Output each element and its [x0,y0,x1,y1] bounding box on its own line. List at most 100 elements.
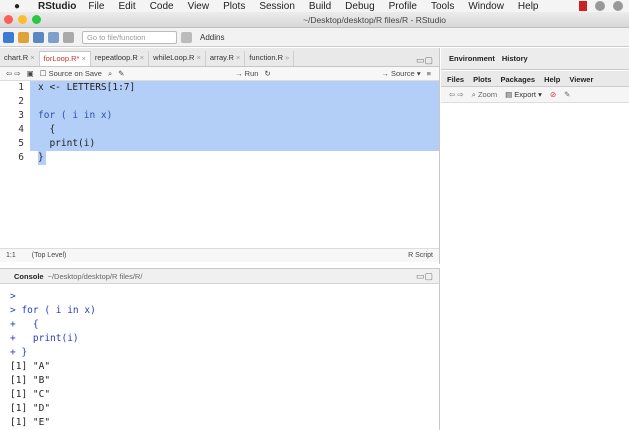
code-text: { [30,123,439,137]
code-tools-icon[interactable]: ✎ [118,69,124,78]
console-line: [1] "D" [10,403,51,414]
tab-files[interactable]: Files [447,75,464,86]
source-on-save-checkbox[interactable]: ☐ Source on Save [40,69,102,78]
menu-tools[interactable]: Tools [431,1,454,12]
line-number: 4 [18,124,24,135]
rerun-icon[interactable]: ↻ [264,69,270,78]
tab-array[interactable]: array.R × [206,51,246,66]
close-icon[interactable]: × [236,53,240,66]
console-line: [1] "E" [10,417,51,428]
save-all-icon[interactable] [48,31,59,43]
addins-menu[interactable]: Addins [200,33,224,42]
close-icon[interactable]: × [140,53,144,66]
source-button[interactable]: → Source ▾ [381,69,420,78]
line-number: 5 [18,138,24,149]
prev-plot-icon[interactable]: ⇦ ⇨ [449,90,464,99]
menu-profile[interactable]: Profile [389,1,417,12]
menu-plots[interactable]: Plots [223,1,245,12]
menu-code[interactable]: Code [150,1,174,12]
menu-debug[interactable]: Debug [345,1,374,12]
tab-packages[interactable]: Packages [500,75,535,86]
close-icon[interactable]: × [81,54,85,66]
code-line: 5 print(i) [0,137,439,151]
console-output[interactable]: > > for ( i in x) + {+ print(i) + } [1] "A" [… [0,284,439,430]
line-number: 6 [18,152,24,163]
line-number: 3 [18,110,24,121]
close-icon[interactable]: × [196,53,200,66]
code-text: for ( i in x) [30,109,439,123]
export-button[interactable]: ▤ Export ▾ [505,90,542,99]
console-line: [1] "B" [10,375,51,386]
save-icon[interactable] [33,31,44,43]
tab-plots[interactable]: Plots [473,75,491,86]
menu-window[interactable]: Window [468,1,504,12]
line-number: 1 [18,82,24,93]
code-line: 2 [0,95,439,109]
source-editor-pane: chart.R × forLoop.R* × repeatloop.R × while… [0,48,440,264]
menu-edit[interactable]: Edit [118,1,135,12]
menu-view[interactable]: View [188,1,210,12]
outline-icon[interactable]: ≡ [427,69,431,78]
pane-minmax-icon[interactable]: ▭▢ [416,55,439,66]
tab-label: function.R [249,53,284,62]
tab-viewer[interactable]: Viewer [569,75,593,86]
console-title[interactable]: Console [14,272,44,281]
brush-icon[interactable]: ✎ [564,90,570,99]
source-on-save-label: Source on Save [48,69,102,78]
editor-status-bar: 1:1 (Top Level) R Script [0,248,439,262]
new-project-icon[interactable] [18,31,29,43]
plots-toolbar: ⇦ ⇨ ⌕ Zoom ▤ Export ▾ ⊘ ✎ [441,87,629,103]
tab-help[interactable]: Help [544,75,560,86]
pane-minmax-icon[interactable]: ▭▢ [416,271,439,282]
code-area[interactable]: 1 x <- LETTERS[1:7] 2 3 for ( i in x) 4 … [0,81,439,248]
status-gear-icon[interactable] [613,1,623,11]
clear-plot-icon[interactable]: ⊘ [550,90,556,99]
filetype-selector[interactable]: R Script [408,252,433,259]
tab-repeatloop[interactable]: repeatloop.R × [91,51,150,66]
status-app-icon[interactable] [579,1,587,11]
apple-icon[interactable]: ● [14,1,28,12]
menu-build[interactable]: Build [309,1,331,12]
window-title-bar: ~/Desktop/desktop/R files/R - RStudio [0,12,629,28]
cursor-position: 1:1 [6,252,16,259]
code-text [30,95,439,109]
console-line: > for ( i in x) [10,305,96,316]
save-file-icon[interactable]: ▣ [27,69,34,78]
menu-session[interactable]: Session [259,1,295,12]
files-pane: Files Plots Packages Help Viewer ⇦ ⇨ ⌕ Z… [441,71,629,430]
menu-help[interactable]: Help [518,1,539,12]
console-path: ~/Desktop/desktop/R files/R/ [47,271,143,281]
tab-whileloop[interactable]: whileLoop.R × [149,51,206,66]
code-line: 3 for ( i in x) [0,109,439,123]
console-line: > [10,291,16,302]
tab-chart[interactable]: chart.R × [0,51,40,66]
export-label: Export [514,90,536,99]
app-menu[interactable]: RStudio [38,1,76,12]
console-line: + } [10,347,28,358]
scope-selector[interactable]: (Top Level) [32,252,67,259]
run-label: Run [244,69,259,78]
zoom-button[interactable]: ⌕ Zoom [472,90,497,100]
tab-function[interactable]: function.R» [245,51,295,66]
menu-tray [579,0,623,12]
back-icon[interactable]: ⇦ ⇨ [6,69,21,78]
run-button[interactable]: → Run [235,69,258,78]
environment-tabs: Environment History [441,48,629,65]
more-tabs-icon[interactable]: » [285,53,289,66]
search-icon[interactable]: ⌕ [108,69,112,79]
menu-file[interactable]: File [88,1,104,12]
source-label: Source [390,69,415,78]
tab-forloop[interactable]: forLoop.R* × [39,51,91,66]
close-icon[interactable]: × [30,53,34,66]
tab-label: chart.R [4,53,29,62]
new-file-icon[interactable] [3,31,14,43]
tab-environment[interactable]: Environment [447,54,500,65]
status-circle-icon[interactable] [595,1,605,11]
console-line: + print(i) [10,333,79,344]
go-to-file-input[interactable]: Go to file/function [82,30,177,44]
print-icon[interactable] [63,31,74,43]
code-line: 6 } [0,151,439,165]
tab-history[interactable]: History [500,54,533,65]
code-text: x <- LETTERS[1:7] [30,81,439,95]
workspace-panes-icon[interactable] [181,31,192,43]
